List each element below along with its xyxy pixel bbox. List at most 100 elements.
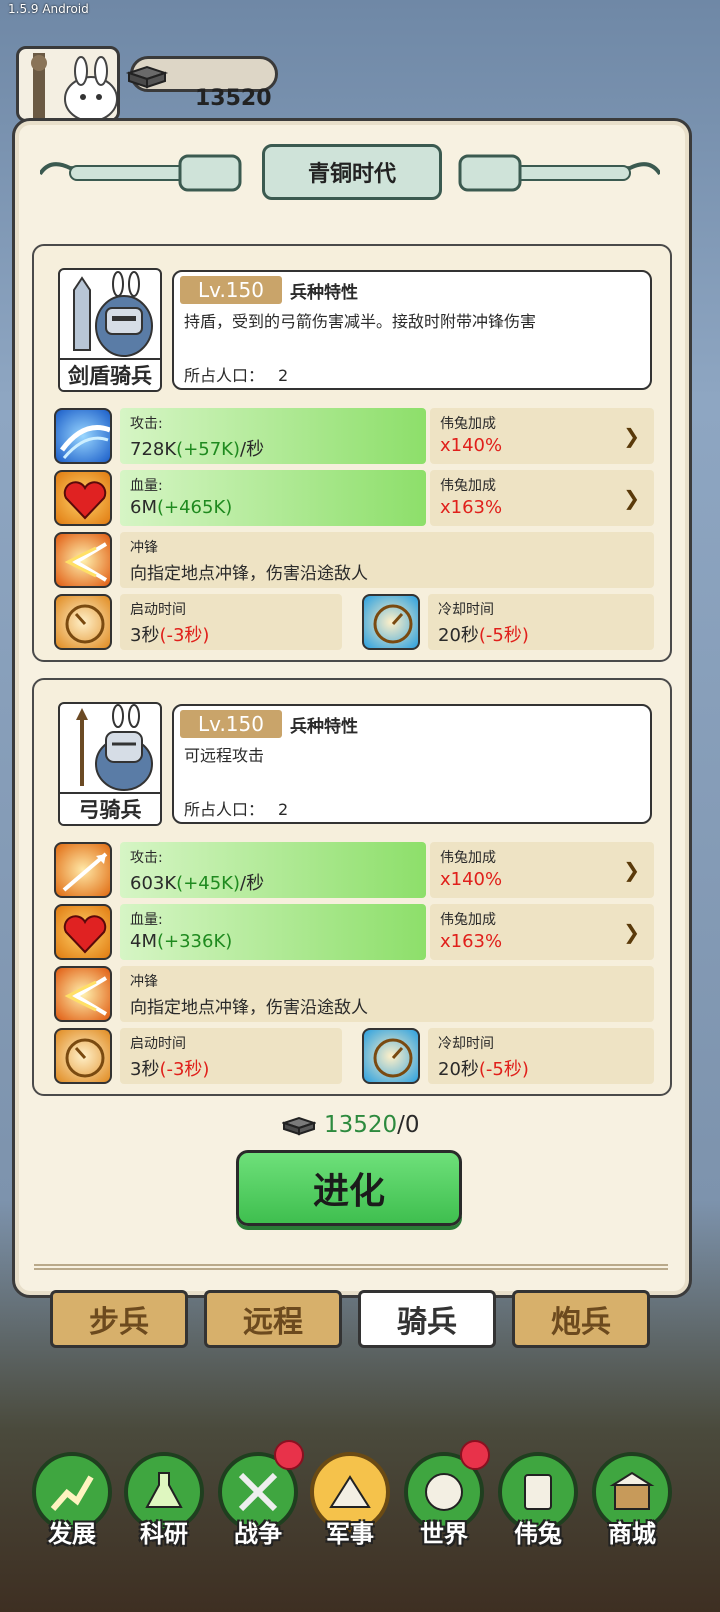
attack-bonus: (+45K) xyxy=(176,873,241,894)
tent-icon xyxy=(329,1475,371,1508)
population-label: 所占人口： xyxy=(184,366,265,385)
start-time-label: 启动时间 xyxy=(130,602,186,618)
resource-counter: 13520 xyxy=(125,56,278,111)
cooldown-box: 冷却时间 20秒(-5秒) xyxy=(428,1028,654,1084)
start-time-bonus: (-3秒) xyxy=(159,1059,210,1080)
chevron-right-icon: ❯ xyxy=(623,486,640,510)
attack-stat: 攻击: 728K(+57K)/秒 xyxy=(120,408,426,464)
version-label: 1.5.9 Android xyxy=(8,2,89,16)
tab-ranged[interactable]: 远程 xyxy=(204,1290,342,1348)
attack-suffix: /秒 xyxy=(240,873,265,894)
globe-icon xyxy=(425,1473,463,1511)
cooldown-icon xyxy=(362,594,420,650)
evolve-cost: 13520/0 xyxy=(282,1108,420,1142)
attack-value: 728K xyxy=(130,439,177,460)
nav-research-label: 科研 xyxy=(140,1520,188,1548)
ingot-icon xyxy=(125,65,169,89)
unit-info-box: Lv.150 兵种特性 持盾，受到的弓箭伤害减半。接敌时附带冲锋伤害 所占人口：… xyxy=(172,270,652,390)
skill-description-box: 冲锋 向指定地点冲锋，伤害沿途敌人 xyxy=(120,532,654,588)
resource-amount: 13520 xyxy=(195,86,272,111)
attack-swirl-icon xyxy=(54,408,112,464)
skill-row: 冲锋 向指定地点冲锋，伤害沿途敌人 xyxy=(54,532,654,588)
population-row: 所占人口： 2 xyxy=(184,362,288,386)
cost-owned: 13520 xyxy=(324,1112,398,1138)
rabbit-bonus-value: x163% xyxy=(440,931,503,952)
rabbit-bonus-value: x163% xyxy=(440,497,503,518)
rabbit-bonus-value: x140% xyxy=(440,435,503,456)
start-time-value: 3秒 xyxy=(130,1059,160,1080)
start-time-value: 3秒 xyxy=(130,625,160,646)
hp-bonus: (+336K) xyxy=(156,931,233,952)
hp-row: 血量: 6M(+465K) 伟兔加成 x163% ❯ xyxy=(54,470,654,526)
attack-suffix: /秒 xyxy=(240,439,265,460)
attack-value: 603K xyxy=(130,873,177,894)
skill-description: 向指定地点冲锋，伤害沿途敌人 xyxy=(130,564,368,584)
rabbit-bonus-label: 伟兔加成 xyxy=(440,912,496,928)
era-title: 青铜时代 xyxy=(262,144,442,200)
hp-bonus: (+465K) xyxy=(156,497,233,518)
population-row: 所占人口： 2 xyxy=(184,796,288,820)
player-avatar[interactable] xyxy=(16,46,120,122)
nav-world-label: 世界 xyxy=(420,1520,468,1548)
start-time-bonus: (-3秒) xyxy=(159,625,210,646)
attack-rabbit-bonus-button[interactable]: 伟兔加成 x140% ❯ xyxy=(430,842,654,898)
attack-bonus: (+57K) xyxy=(176,439,241,460)
attack-label: 攻击: xyxy=(130,850,163,866)
tab-artillery[interactable]: 炮兵 xyxy=(512,1290,650,1348)
chevron-right-icon: ❯ xyxy=(623,858,640,882)
rabbit-card-icon xyxy=(524,1474,552,1510)
nav-develop-label: 发展 xyxy=(48,1520,96,1548)
rabbit-bonus-value: x140% xyxy=(440,869,503,890)
timing-row: 启动时间 3秒(-3秒) 冷却时间 20秒(-5秒) xyxy=(54,1028,654,1084)
ingot-icon xyxy=(282,1116,316,1136)
attack-stat: 攻击: 603K(+45K)/秒 xyxy=(120,842,426,898)
start-time-box: 启动时间 3秒(-3秒) xyxy=(120,1028,342,1084)
cooldown-box: 冷却时间 20秒(-5秒) xyxy=(428,594,654,650)
notification-dot xyxy=(460,1440,490,1470)
charge-icon xyxy=(54,532,112,588)
hp-rabbit-bonus-button[interactable]: 伟兔加成 x163% ❯ xyxy=(430,904,654,960)
unit-name: 弓骑兵 xyxy=(60,792,160,824)
attack-rabbit-bonus-button[interactable]: 伟兔加成 x140% ❯ xyxy=(430,408,654,464)
timing-row: 启动时间 3秒(-3秒) 冷却时间 20秒(-5秒) xyxy=(54,594,654,650)
cooldown-bonus: (-5秒) xyxy=(478,625,529,646)
unit-portrait: 弓骑兵 xyxy=(58,702,162,826)
cooldown-icon xyxy=(362,1028,420,1084)
start-time-box: 启动时间 3秒(-3秒) xyxy=(120,594,342,650)
hp-stat: 血量: 4M(+336K) xyxy=(120,904,426,960)
arrow-attack-icon xyxy=(54,842,112,898)
unit-level: Lv.150 xyxy=(180,276,282,304)
trait-title: 兵种特性 xyxy=(290,283,358,303)
chevron-right-icon: ❯ xyxy=(623,920,640,944)
cooldown-value: 20秒 xyxy=(438,1059,479,1080)
tab-cavalry[interactable]: 骑兵 xyxy=(358,1290,496,1348)
unit-card-horse-archer: 弓骑兵 Lv.150 兵种特性 可远程攻击 所占人口： 2 攻击: 603K(+4… xyxy=(32,678,672,1096)
start-time-icon xyxy=(54,594,112,650)
unit-level: Lv.150 xyxy=(180,710,282,738)
skill-description: 向指定地点冲锋，伤害沿途敌人 xyxy=(130,998,368,1018)
rabbit-bonus-label: 伟兔加成 xyxy=(440,478,496,494)
trait-description: 持盾，受到的弓箭伤害减半。接敌时附带冲锋伤害 xyxy=(184,312,537,331)
evolve-button[interactable]: 进化 xyxy=(236,1150,462,1226)
trait-description: 可远程攻击 xyxy=(184,746,265,765)
attack-label: 攻击: xyxy=(130,416,163,432)
rabbit-bonus-label: 伟兔加成 xyxy=(440,416,496,432)
hp-rabbit-bonus-button[interactable]: 伟兔加成 x163% ❯ xyxy=(430,470,654,526)
population-value: 2 xyxy=(278,800,289,819)
tab-infantry[interactable]: 步兵 xyxy=(50,1290,188,1348)
charge-icon xyxy=(54,966,112,1022)
chevron-right-icon: ❯ xyxy=(623,424,640,448)
population-label: 所占人口： xyxy=(184,800,265,819)
unit-portrait: 剑盾骑兵 xyxy=(58,268,162,392)
cooldown-label: 冷却时间 xyxy=(438,602,494,618)
cost-required: /0 xyxy=(397,1112,420,1138)
skill-description-box: 冲锋 向指定地点冲锋，伤害沿途敌人 xyxy=(120,966,654,1022)
rabbit-bonus-label: 伟兔加成 xyxy=(440,850,496,866)
divider xyxy=(34,1264,668,1270)
flask-icon xyxy=(145,1472,183,1508)
cooldown-value: 20秒 xyxy=(438,625,479,646)
attack-row: 攻击: 728K(+57K)/秒 伟兔加成 x140% ❯ xyxy=(54,408,654,464)
hp-value: 6M xyxy=(130,497,157,518)
cooldown-label: 冷却时间 xyxy=(438,1036,494,1052)
hp-value: 4M xyxy=(130,931,157,952)
